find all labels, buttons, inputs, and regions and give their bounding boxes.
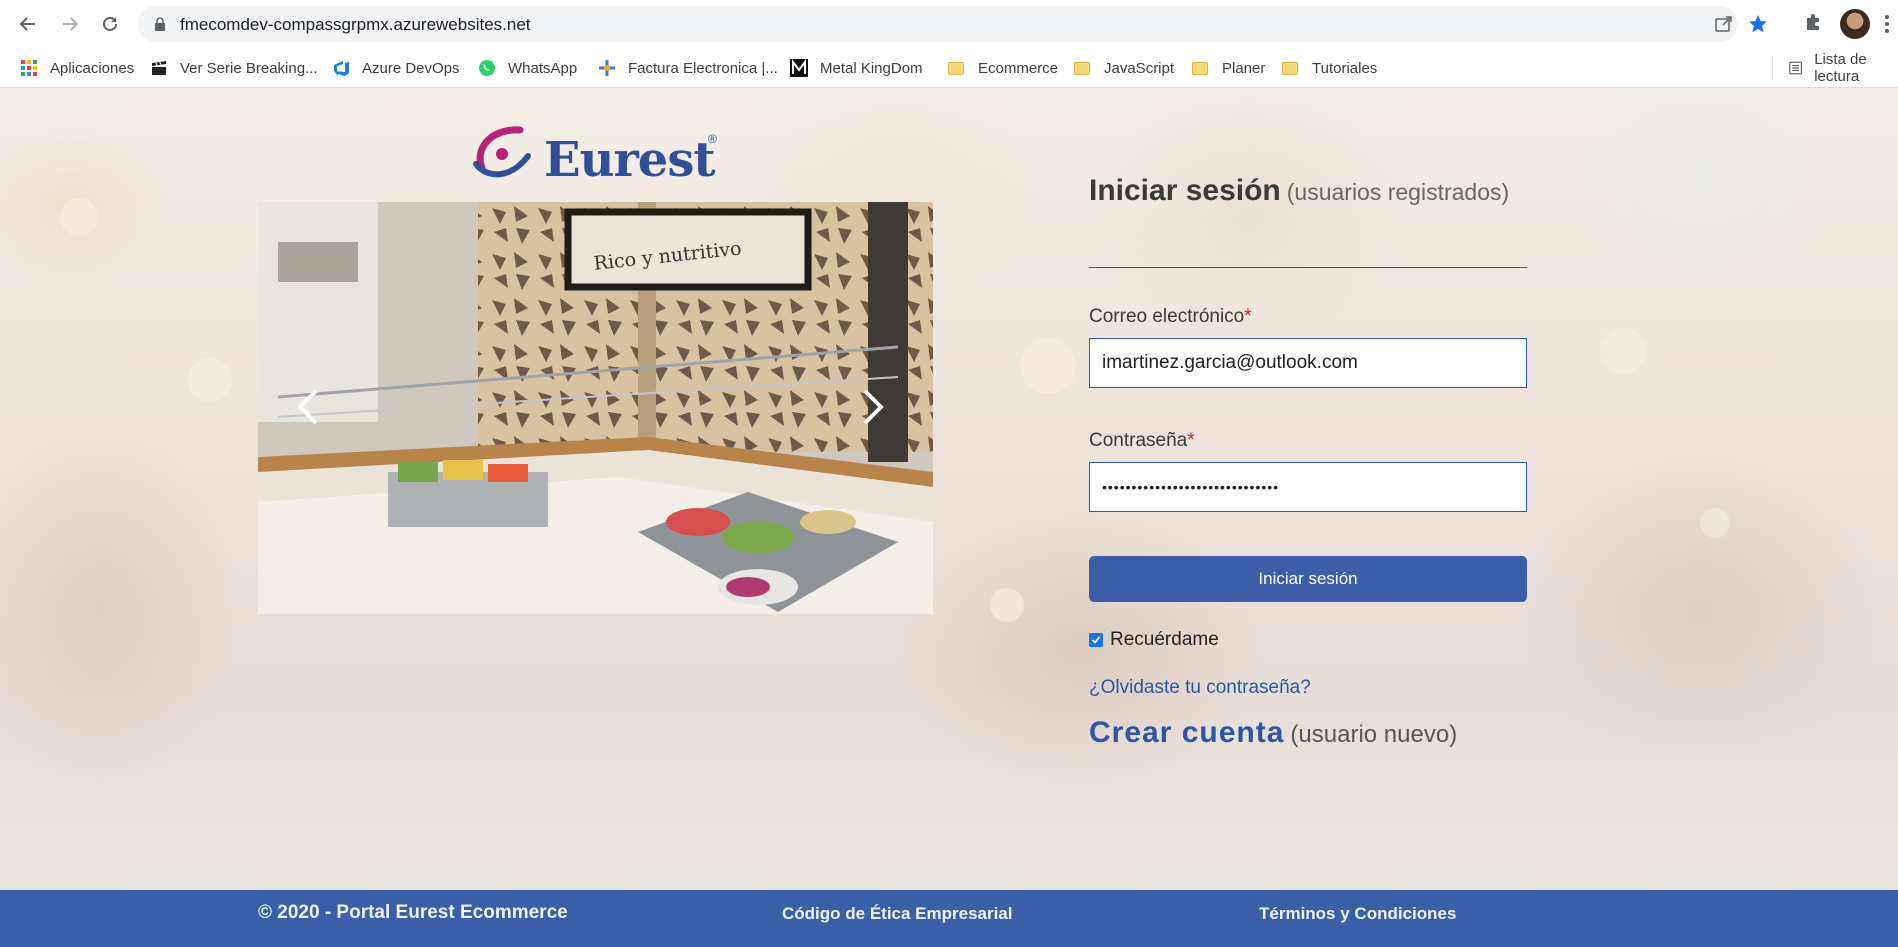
- bookmark-azure-devops[interactable]: Azure DevOps: [332, 56, 460, 80]
- required-mark: *: [1244, 306, 1252, 327]
- remember-checkbox[interactable]: [1089, 633, 1103, 647]
- folder-icon: [1192, 61, 1208, 75]
- chevron-right-icon: [863, 389, 884, 425]
- address-bar[interactable]: fmecomdev-compassgrpmx.azurewebsites.net: [138, 6, 1767, 42]
- back-button[interactable]: [14, 10, 42, 38]
- page-content: Eurest ® Rico y nutritivo Iniciar sesión…: [0, 88, 1898, 947]
- apps-grid-icon: [21, 60, 37, 76]
- create-account: Crear cuenta (usuario nuevo): [1089, 716, 1457, 750]
- email-value: imartinez.garcia@outlook.com: [1102, 352, 1358, 373]
- login-subtitle: (usuarios registrados): [1286, 179, 1510, 205]
- share-icon[interactable]: [1714, 15, 1734, 33]
- logo-text: Eurest: [544, 132, 716, 188]
- folder-icon: [1074, 61, 1090, 75]
- bookmark-star-icon[interactable]: [1748, 14, 1768, 34]
- password-label: Contraseña*: [1089, 430, 1195, 451]
- email-label: Correo electrónico*: [1089, 306, 1252, 327]
- bookmarks-bar: Aplicaciones Ver Serie Breaking... Azure…: [0, 48, 1898, 88]
- whatsapp-icon: [479, 60, 495, 76]
- create-account-link[interactable]: Crear cuenta: [1089, 716, 1284, 749]
- carousel-prev-button[interactable]: [288, 382, 328, 432]
- profile-avatar[interactable]: [1840, 9, 1870, 39]
- bokeh-light: [1700, 508, 1730, 538]
- reading-list-button[interactable]: Lista de lectura: [1772, 51, 1898, 85]
- chevron-left-icon: [297, 389, 318, 425]
- eurest-swoosh-icon: [473, 126, 531, 178]
- heading-divider: [1089, 267, 1527, 268]
- bookmark-planer[interactable]: Planer: [1192, 56, 1265, 80]
- remember-me[interactable]: Recuérdame: [1089, 629, 1219, 651]
- footer-copyright: © 2020 - Portal Eurest Ecommerce: [258, 902, 568, 923]
- password-field[interactable]: ••••••••••••••••••••••••••••••: [1089, 462, 1527, 512]
- reload-button[interactable]: [96, 10, 124, 38]
- bokeh-light: [60, 198, 98, 236]
- arrow-right-icon: [63, 17, 79, 31]
- browser-toolbar: fmecomdev-compassgrpmx.azurewebsites.net: [0, 0, 1898, 48]
- bookmark-breaking[interactable]: Ver Serie Breaking...: [150, 56, 318, 80]
- bookmark-javascript[interactable]: JavaScript: [1074, 56, 1174, 80]
- required-mark: *: [1187, 430, 1195, 451]
- email-field[interactable]: imartinez.garcia@outlook.com: [1089, 338, 1527, 388]
- url-text[interactable]: fmecomdev-compassgrpmx.azurewebsites.net: [180, 15, 531, 35]
- registered-mark: ®: [708, 132, 717, 146]
- lock-icon: [155, 17, 165, 31]
- bokeh-light: [990, 588, 1024, 622]
- reading-list-icon: [1789, 61, 1802, 75]
- bokeh-light: [1600, 328, 1646, 374]
- forward-button[interactable]: [56, 10, 84, 38]
- login-submit-button[interactable]: Iniciar sesión: [1089, 556, 1527, 602]
- extensions-puzzle-icon[interactable]: [1804, 12, 1824, 32]
- remember-label: Recuérdame: [1110, 629, 1219, 650]
- checkmark-icon: [1091, 636, 1101, 644]
- folder-icon: [1282, 61, 1298, 75]
- page-footer: © 2020 - Portal Eurest Ecommerce Código …: [0, 890, 1898, 947]
- bookmark-ecommerce[interactable]: Ecommerce: [948, 56, 1058, 80]
- create-account-subtitle: (usuario nuevo): [1290, 721, 1458, 748]
- image-carousel: Rico y nutritivo: [258, 202, 933, 614]
- bookmark-factura[interactable]: Factura Electronica |...: [598, 56, 778, 80]
- bookmark-metal-kingdom[interactable]: Metal KingDom: [790, 56, 923, 80]
- bookmark-whatsapp[interactable]: WhatsApp: [478, 56, 577, 80]
- arrow-left-icon: [19, 17, 35, 31]
- film-icon: [152, 60, 166, 75]
- more-vertical-icon[interactable]: [1884, 14, 1890, 34]
- salad-bar-photo: Rico y nutritivo: [258, 202, 933, 614]
- terms-link[interactable]: Términos y Condiciones: [1259, 904, 1456, 924]
- eurest-logo[interactable]: Eurest ®: [468, 120, 728, 192]
- bookmark-aplicaciones[interactable]: Aplicaciones: [20, 56, 134, 80]
- ethics-link[interactable]: Código de Ética Empresarial: [782, 904, 1013, 924]
- metal-m-icon: [790, 59, 808, 77]
- folder-icon: [948, 61, 964, 75]
- factura-icon: [599, 60, 615, 76]
- azure-devops-icon: [334, 61, 349, 76]
- bokeh-light: [188, 358, 232, 402]
- password-value: ••••••••••••••••••••••••••••••: [1102, 479, 1280, 495]
- login-title: Iniciar sesión: [1089, 174, 1281, 207]
- forgot-password-link[interactable]: ¿Olvidaste tu contraseña?: [1089, 677, 1311, 699]
- login-heading: Iniciar sesión (usuarios registrados): [1089, 174, 1529, 208]
- bookmark-tutoriales[interactable]: Tutoriales: [1282, 56, 1377, 80]
- carousel-next-button[interactable]: [853, 382, 893, 432]
- reload-icon: [103, 16, 117, 31]
- bokeh-light: [1020, 338, 1076, 394]
